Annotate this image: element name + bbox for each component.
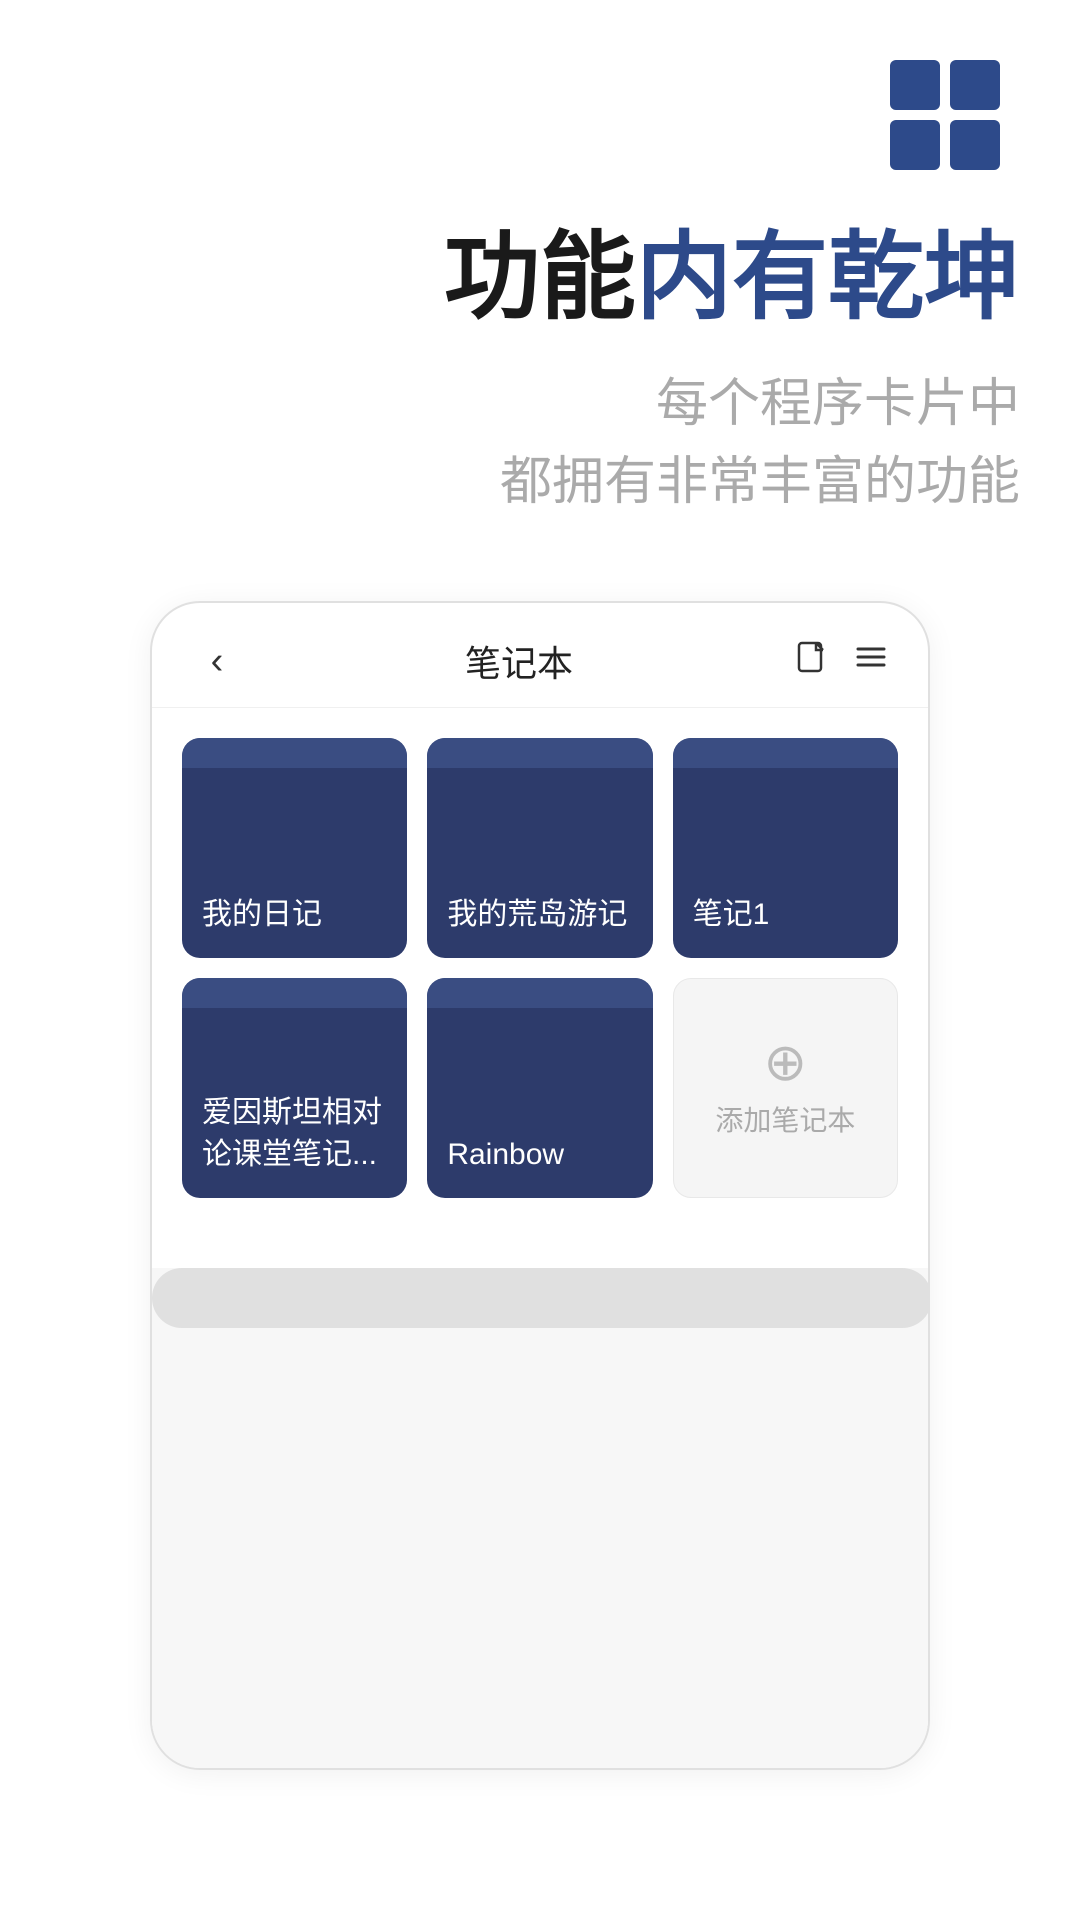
notebook-title-1: 我的日记 — [202, 894, 322, 936]
notebook-title-4: 爱因斯坦相对论课堂笔记... — [202, 1092, 387, 1176]
logo-tile-1 — [890, 60, 940, 110]
logo-tile-4 — [950, 120, 1000, 170]
app-header: ‹ 笔记本 — [152, 603, 928, 708]
subtitle-line2: 都拥有非常丰富的功能 — [60, 443, 1020, 521]
notebook-title-3: 笔记1 — [693, 894, 770, 936]
bottom-area — [152, 1268, 928, 1768]
logo-tile-3 — [890, 120, 940, 170]
header-icons — [796, 640, 888, 683]
heading-subtitle: 每个程序卡片中 都拥有非常丰富的功能 — [60, 365, 1020, 521]
menu-icon[interactable] — [854, 640, 888, 683]
notebook-card-4[interactable]: 爱因斯坦相对论课堂笔记... — [182, 978, 407, 1198]
add-notebook-label: 添加笔记本 — [715, 1099, 855, 1139]
notebook-grid: 我的日记 我的荒岛游记 笔记1 爱因斯坦相对论课堂笔记... Rainbow ⊕… — [152, 708, 928, 1228]
back-button[interactable]: ‹ — [192, 640, 242, 683]
notebook-card-1[interactable]: 我的日记 — [182, 738, 407, 958]
heading-part2: 内有乾坤 — [636, 220, 1020, 335]
notebook-card-3[interactable]: 笔记1 — [673, 738, 898, 958]
heading-section: 功能 内有乾坤 每个程序卡片中 都拥有非常丰富的功能 — [0, 220, 1080, 521]
heading-part1: 功能 — [444, 220, 636, 335]
app-title: 笔记本 — [465, 635, 573, 687]
subtitle-line1: 每个程序卡片中 — [60, 365, 1020, 443]
page: 功能 内有乾坤 每个程序卡片中 都拥有非常丰富的功能 ‹ 笔记本 — [0, 0, 1080, 1920]
logo-tile-2 — [950, 60, 1000, 110]
notebook-title-2: 我的荒岛游记 — [447, 894, 627, 936]
notebook-card-2[interactable]: 我的荒岛游记 — [427, 738, 652, 958]
add-notebook-button[interactable]: ⊕ 添加笔记本 — [673, 978, 898, 1198]
heading-main: 功能 内有乾坤 — [60, 220, 1020, 335]
notebook-title-5: Rainbow — [447, 1134, 564, 1176]
notebook-card-5[interactable]: Rainbow — [427, 978, 652, 1198]
add-notebook-icon: ⊕ — [764, 1037, 808, 1089]
phone-mockup-container: ‹ 笔记本 — [0, 601, 1080, 1770]
bottom-bar — [152, 1268, 930, 1328]
app-logo — [890, 60, 1000, 170]
phone-mockup: ‹ 笔记本 — [150, 601, 930, 1770]
export-icon[interactable] — [796, 640, 830, 683]
